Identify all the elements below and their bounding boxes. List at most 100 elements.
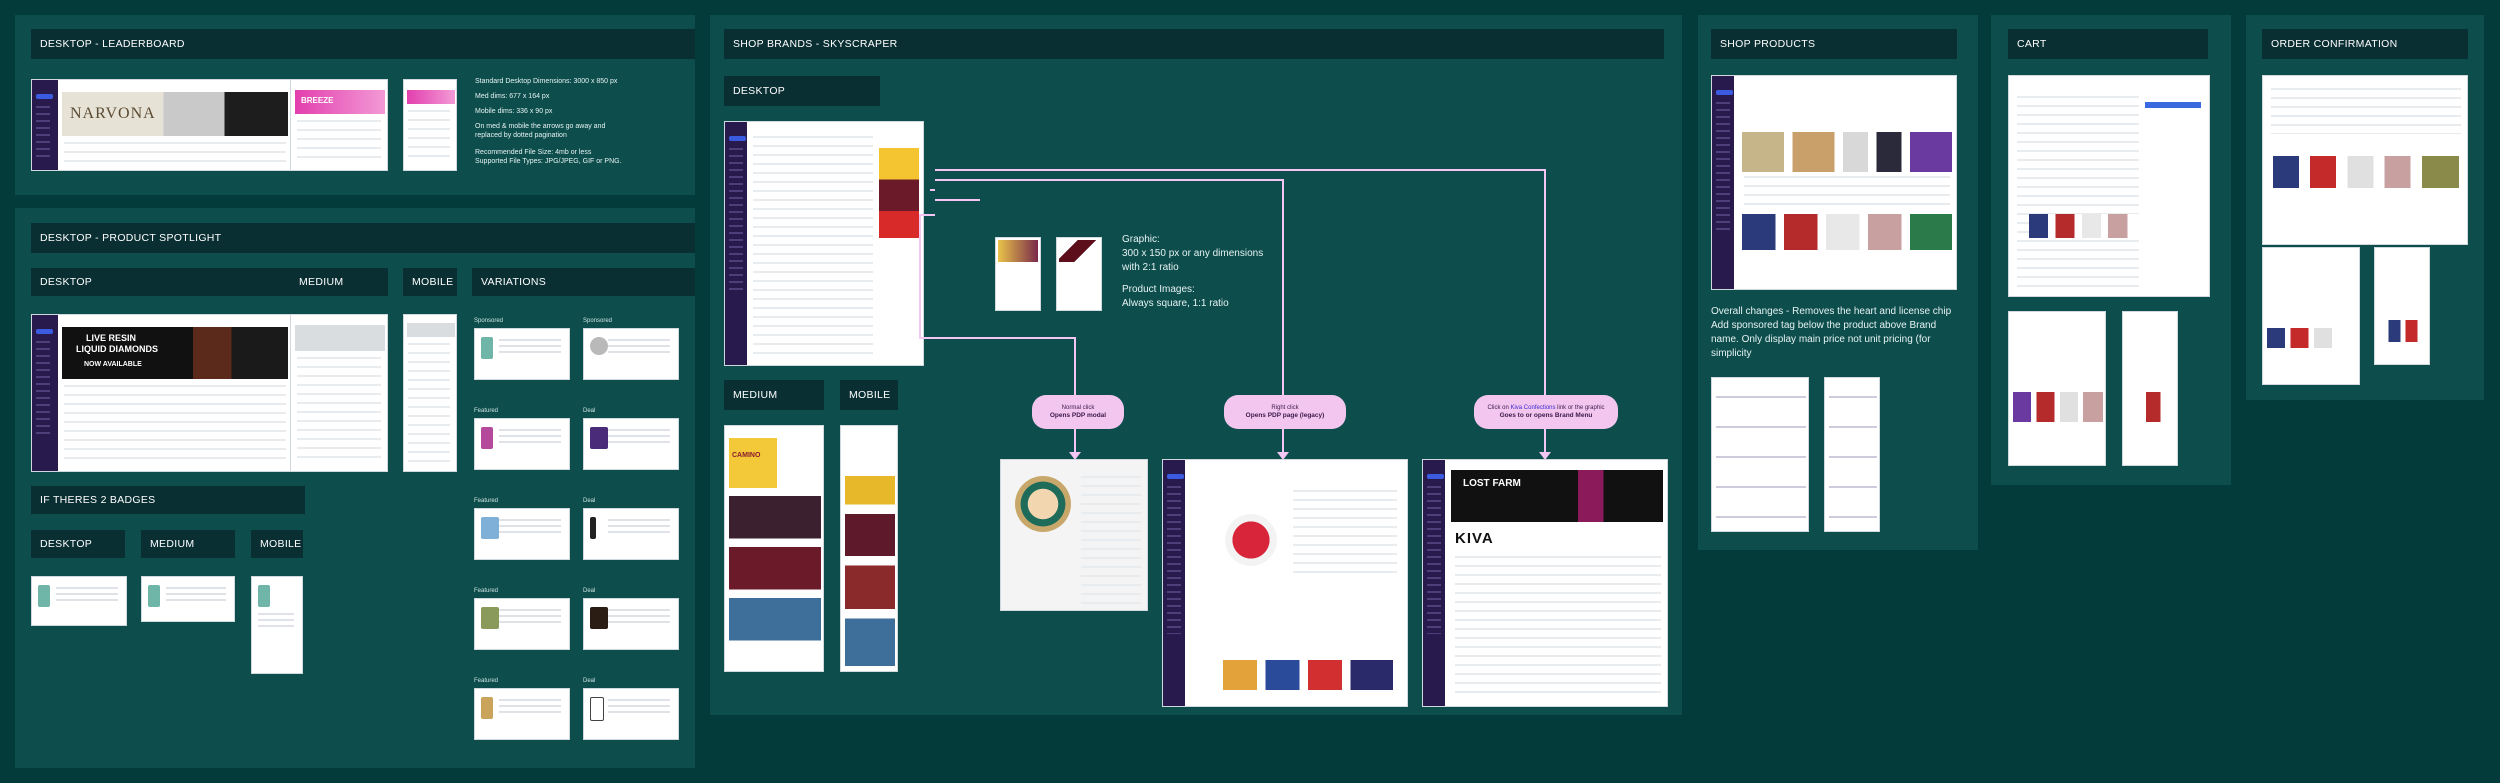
variation-label-r0: Sponsored: [583, 318, 613, 324]
variation-label-r4: Deal: [583, 678, 596, 684]
mobile-product-grid: [845, 476, 895, 666]
camino-banner-text: CAMINO: [732, 452, 761, 459]
note-file-size: Recommended File Size: 4mb or less: [475, 149, 592, 156]
subheader-medium-badges: MEDIUM: [141, 530, 235, 558]
camino-banner: CAMINO: [729, 438, 777, 488]
subheader-sky-medium: MEDIUM: [724, 380, 824, 410]
spotlight-mobile-banner: [407, 323, 455, 337]
section-header-cart: CART: [2008, 29, 2208, 59]
graphic-note-ratio: with 2:1 ratio: [1122, 262, 1179, 273]
shop-brands-panel: SHOP BRANDS - SKYSCRAPER DESKTOP MEDIUM …: [710, 15, 1682, 715]
medium-product-grid: [729, 496, 821, 666]
subheader-desktop-badges: DESKTOP: [31, 530, 125, 558]
section-header-order-confirmation: ORDER CONFIRMATION: [2262, 29, 2468, 59]
brand-menu-screenshot: LOST FARM KIVA: [1422, 459, 1668, 707]
spotlight-medium-screenshot: [290, 314, 388, 472]
note-med-dims: Med dims: 677 x 164 px: [475, 93, 550, 100]
pdp-modal-screenshot: [1000, 459, 1148, 611]
variation-card: [583, 688, 679, 740]
variation-label-l2: Featured: [474, 498, 499, 504]
subheader-mobile-badges: MOBILE: [251, 530, 303, 558]
variation-card: [583, 598, 679, 650]
pill-normal-click-top: Normal click: [1061, 405, 1095, 411]
variation-label-l4: Featured: [474, 678, 499, 684]
now-available: NOW AVAILABLE: [84, 361, 142, 368]
badge-medium-card: [141, 576, 235, 622]
variation-card: [474, 688, 570, 740]
section-header-product-spotlight: DESKTOP - PRODUCT SPOTLIGHT: [31, 223, 695, 253]
section-header-shop-products: SHOP PRODUCTS: [1711, 29, 1957, 59]
subheader-medium: MEDIUM: [290, 268, 388, 296]
spotlight-medium-banner: [295, 325, 385, 351]
product-images-ratio: Always square, 1:1 ratio: [1122, 298, 1229, 309]
pdp-page-screenshot: [1162, 459, 1408, 707]
pill-normal-click: Normal click Opens PDP modal: [1032, 395, 1124, 429]
graphic-notes: Graphic: 300 x 150 px or any dimensions …: [1122, 233, 1302, 311]
pill-right-click: Right click Opens PDP page (legacy): [1224, 395, 1346, 429]
spotlight-desktop-screenshot: LIVE RESIN LIQUID DIAMONDS NOW AVAILABLE: [31, 314, 293, 472]
variation-card: [474, 598, 570, 650]
variation-card: [474, 328, 570, 380]
order-confirmation-desktop-screenshot: [2262, 75, 2468, 245]
variation-label-r1: Deal: [583, 408, 596, 414]
order-confirmation-mobile-screenshot: [2374, 247, 2430, 365]
subheader-sky-desktop: DESKTOP: [724, 76, 880, 106]
variation-label-l1: Featured: [474, 408, 499, 414]
shop-note-2: Add sponsored tag below the product abov…: [1711, 320, 1937, 331]
pill-brand-link-bottom: Goes to or opens Brand Menu: [1499, 412, 1593, 419]
cart-medium-screenshot: [2008, 311, 2106, 466]
variation-card: [583, 508, 679, 560]
badge-desktop-card: [31, 576, 127, 626]
live-resin-line1: LIVE RESIN: [86, 333, 137, 343]
badge-mobile-card: [251, 576, 303, 674]
pill-right-click-top: Right click: [1271, 405, 1299, 411]
subheader-variations: VARIATIONS: [472, 268, 695, 296]
order-confirmation-medium-screenshot: [2262, 247, 2360, 385]
subheader-two-badges: IF THERES 2 BADGES: [31, 486, 305, 514]
shop-note-4: simplicity: [1711, 348, 1752, 359]
graphic-note-title: Graphic:: [1122, 234, 1160, 245]
graphic-note-dims: 300 x 150 px or any dimensions: [1122, 248, 1264, 259]
breeze-banner-text: BREEZE: [301, 96, 334, 105]
pill-normal-click-bottom: Opens PDP modal: [1049, 412, 1107, 419]
narvona-banner: NARVONA: [62, 92, 288, 136]
shop-note-1: Overall changes - Removes the heart and …: [1711, 306, 1952, 317]
variation-label-r2: Deal: [583, 498, 596, 504]
leaderboard-panel: DESKTOP - LEADERBOARD NARVONA BREEZE Sta…: [15, 15, 695, 195]
variation-label-r3: Deal: [583, 588, 596, 594]
cart-panel: CART: [1991, 15, 2231, 485]
order-confirmation-panel: ORDER CONFIRMATION: [2246, 15, 2484, 400]
subheader-desktop: DESKTOP: [31, 268, 293, 296]
skyscraper-mobile-screenshot: [840, 425, 898, 672]
lost-farm-text: LOST FARM: [1463, 478, 1521, 489]
skyscraper-desktop-screenshot: [724, 121, 924, 366]
kiva-logo: KIVA: [1455, 530, 1494, 547]
variation-card: [583, 418, 679, 470]
spotlight-mobile-screenshot: [403, 314, 457, 472]
note-file-types: Supported File Types: JPG/JPEG, GIF or P…: [475, 158, 622, 165]
breeze-banner: BREEZE: [295, 90, 385, 114]
pill-brand-link-b[interactable]: Kiva Confections: [1510, 405, 1555, 411]
skyscraper-ad: [879, 148, 919, 238]
shop-products-panel: SHOP PRODUCTS Overall changes - Removes …: [1698, 15, 1978, 550]
breeze-mobile-banner: [407, 90, 455, 104]
section-header-leaderboard: DESKTOP - LEADERBOARD: [31, 29, 695, 59]
subheader-mobile: MOBILE: [403, 268, 457, 296]
product-spotlight-panel: DESKTOP - PRODUCT SPOTLIGHT DESKTOP MEDI…: [15, 208, 695, 768]
cart-mobile-screenshot: [2122, 311, 2178, 466]
pill-brand-link-c: link or the graphic: [1555, 405, 1605, 411]
note-mobile-dims: Mobile dims: 336 x 90 px: [475, 108, 553, 115]
subheader-sky-mobile: MOBILE: [840, 380, 898, 410]
pill-brand-link: Click on Kiva Confections link or the gr…: [1474, 395, 1618, 429]
product-images-title: Product Images:: [1122, 284, 1195, 295]
variation-card: [474, 418, 570, 470]
graphic-example-1: [995, 237, 1041, 311]
narvona-banner-text: NARVONA: [70, 105, 156, 122]
note-pagination-1: On med & mobile the arrows go away and: [475, 123, 606, 130]
shop-products-desktop-screenshot: [1711, 75, 1957, 290]
variation-card: [474, 508, 570, 560]
shop-products-mobile-screenshot: [1824, 377, 1880, 532]
variation-card: [583, 328, 679, 380]
leaderboard-notes: Standard Desktop Dimensions: 3000 x 850 …: [475, 77, 685, 166]
variation-label-l3: Featured: [474, 588, 499, 594]
